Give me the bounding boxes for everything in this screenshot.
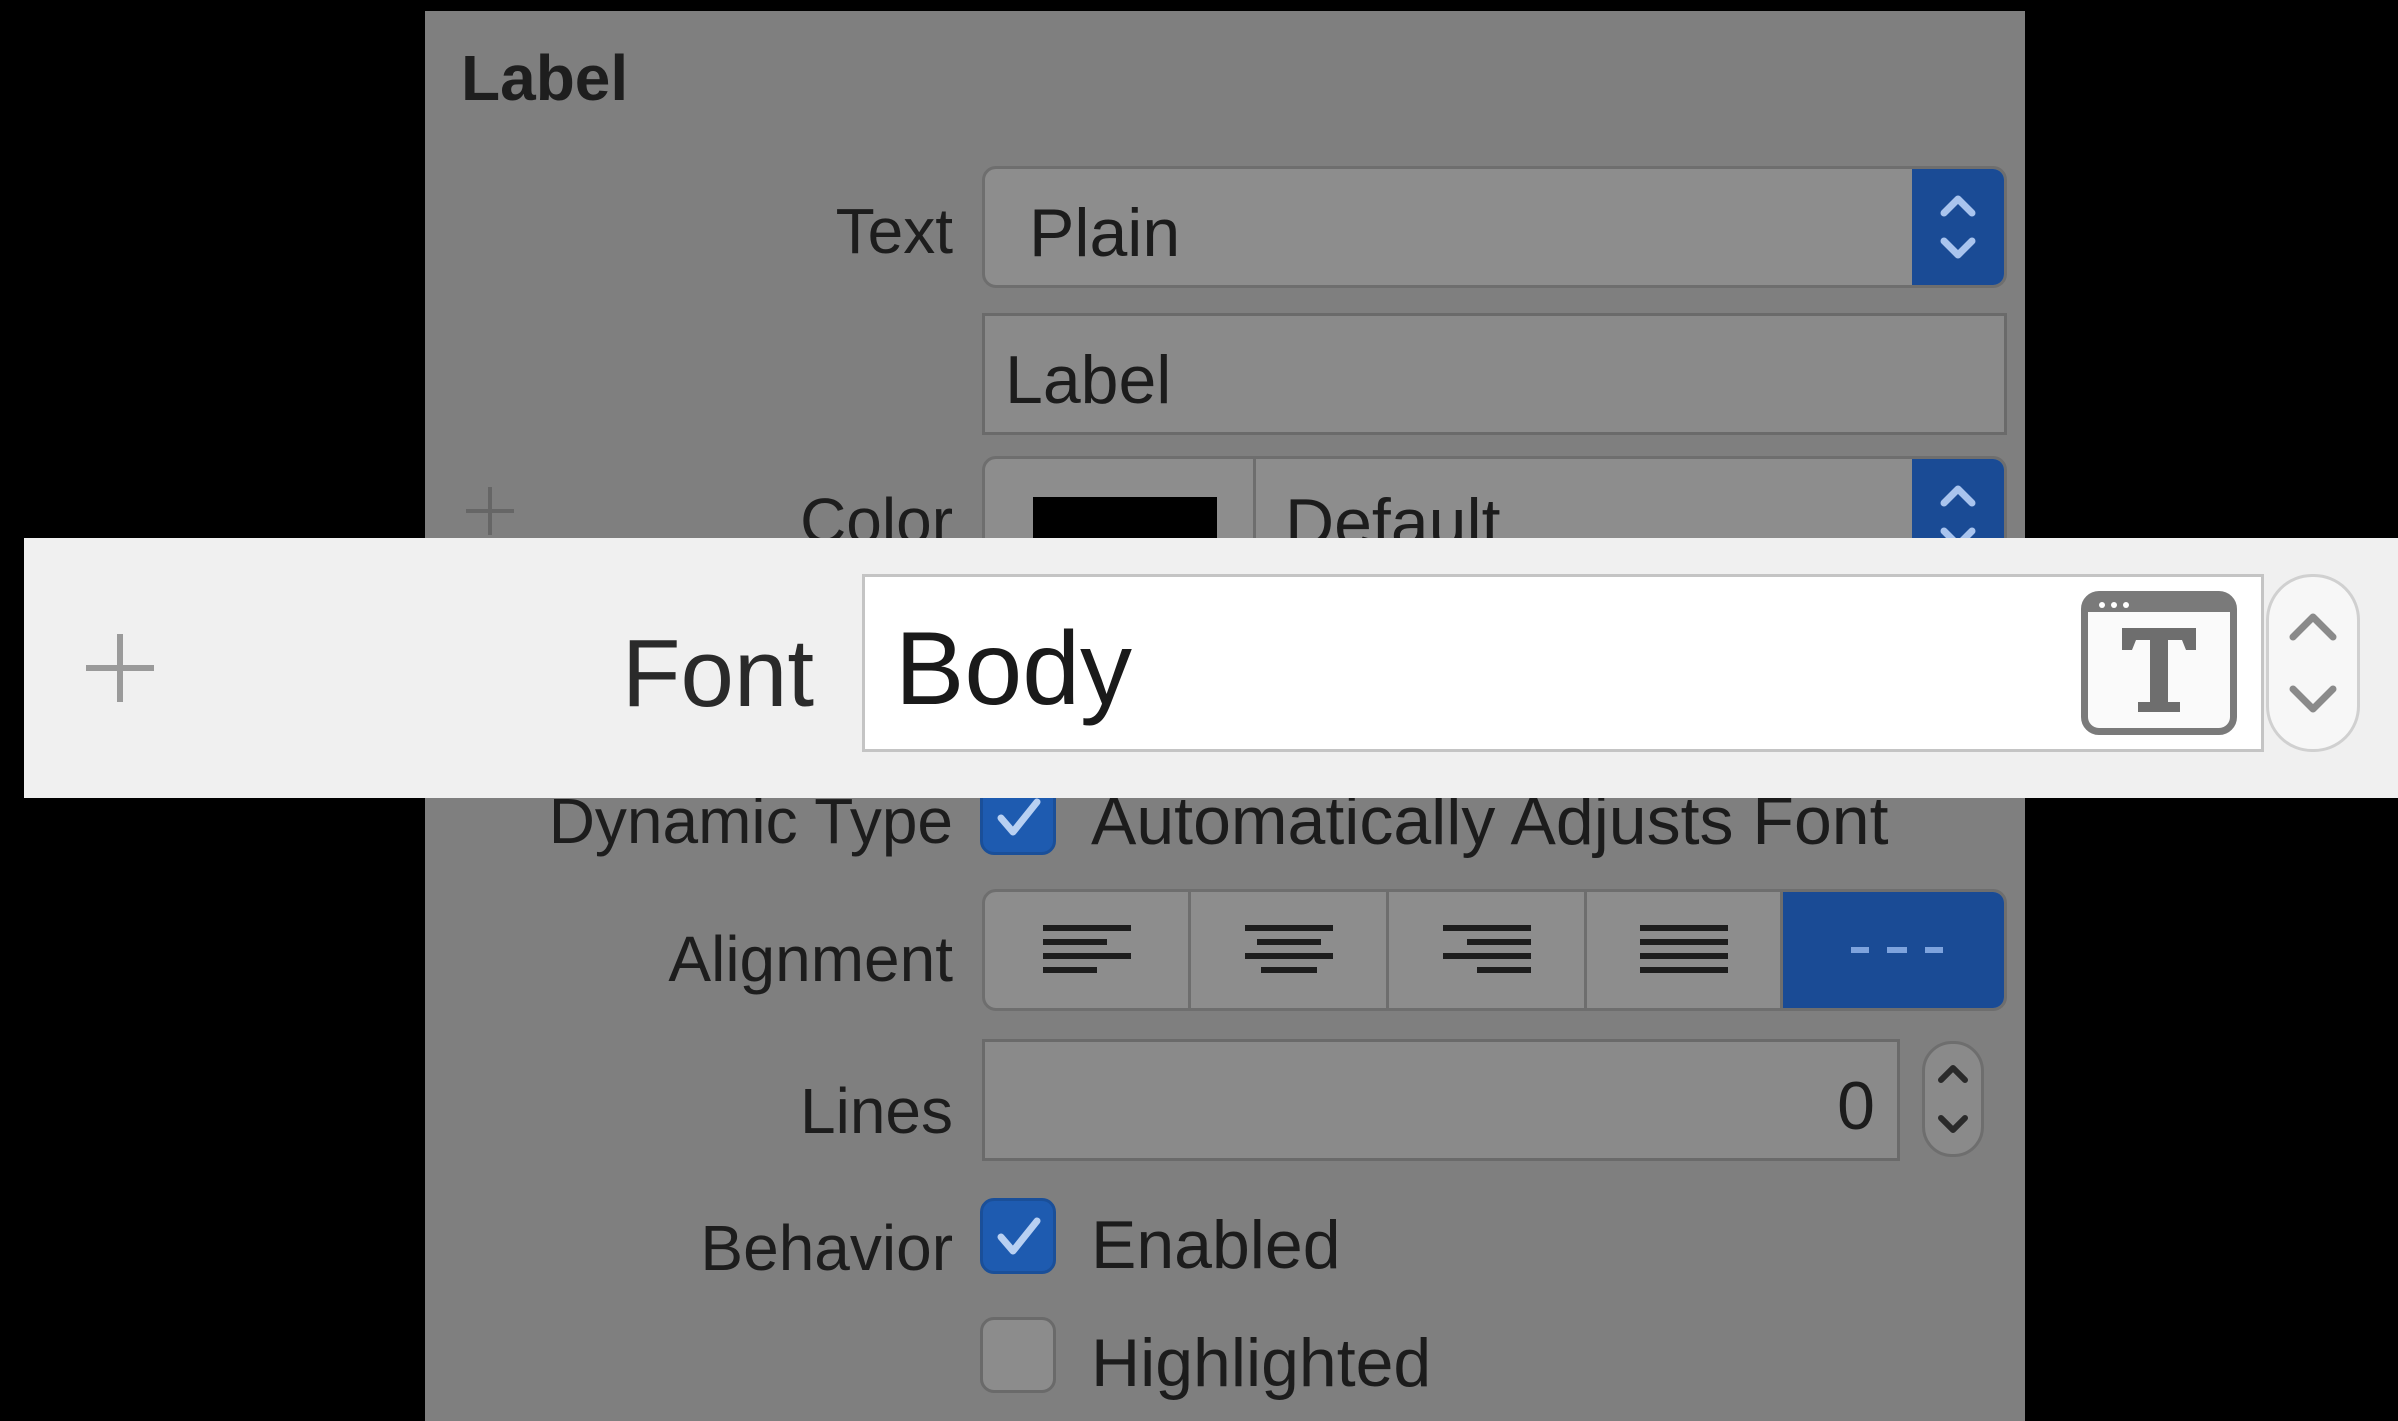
alignment-row-label: Alignment [668, 923, 953, 995]
natural-align-icon [1850, 947, 1943, 953]
font-value: Body [895, 611, 1133, 727]
justify-align-icon [1639, 925, 1728, 973]
label-text-value: Label [1005, 342, 1172, 418]
checkmark-icon [997, 1217, 1041, 1255]
label-text-field[interactable]: Label [982, 313, 2007, 435]
enabled-checkbox[interactable] [980, 1198, 1056, 1274]
center-align-icon [1244, 925, 1333, 973]
font-row-highlight: Font Body [24, 538, 2398, 798]
text-row-label: Text [835, 195, 953, 267]
chevron-up-down-icon [1938, 1065, 1968, 1133]
highlighted-checkbox[interactable] [980, 1317, 1056, 1393]
alignment-segmented-control[interactable] [982, 889, 2007, 1011]
align-center-segment[interactable] [1191, 892, 1389, 1008]
align-justify-segment[interactable] [1587, 892, 1783, 1008]
lines-stepper[interactable] [1922, 1041, 1984, 1157]
font-row-label: Font [621, 620, 814, 727]
left-align-icon [1042, 925, 1131, 973]
text-type-popup[interactable]: Plain [982, 166, 2007, 288]
lines-field[interactable]: 0 [982, 1039, 1900, 1161]
lines-row-label: Lines [800, 1075, 953, 1147]
font-picker-button[interactable] [2081, 591, 2237, 735]
lines-value: 0 [1837, 1068, 1875, 1144]
chevron-up-down-icon [2289, 613, 2337, 713]
text-type-value: Plain [1029, 195, 1181, 271]
align-right-segment[interactable] [1389, 892, 1587, 1008]
enabled-label: Enabled [1091, 1207, 1341, 1283]
font-picker-icon [2088, 598, 2230, 712]
section-title: Label [461, 42, 629, 114]
align-left-segment[interactable] [985, 892, 1191, 1008]
behavior-row-label: Behavior [700, 1212, 953, 1284]
dynamic-type-label: Dynamic Type [548, 785, 953, 857]
align-natural-segment[interactable] [1783, 892, 2004, 1008]
text-type-popup-arrows[interactable] [1912, 169, 2004, 285]
font-size-stepper[interactable] [2266, 574, 2360, 752]
highlighted-label: Highlighted [1091, 1325, 1432, 1401]
right-align-icon [1442, 925, 1531, 973]
chevron-up-down-icon [1940, 195, 1976, 259]
font-field[interactable]: Body [862, 574, 2264, 752]
